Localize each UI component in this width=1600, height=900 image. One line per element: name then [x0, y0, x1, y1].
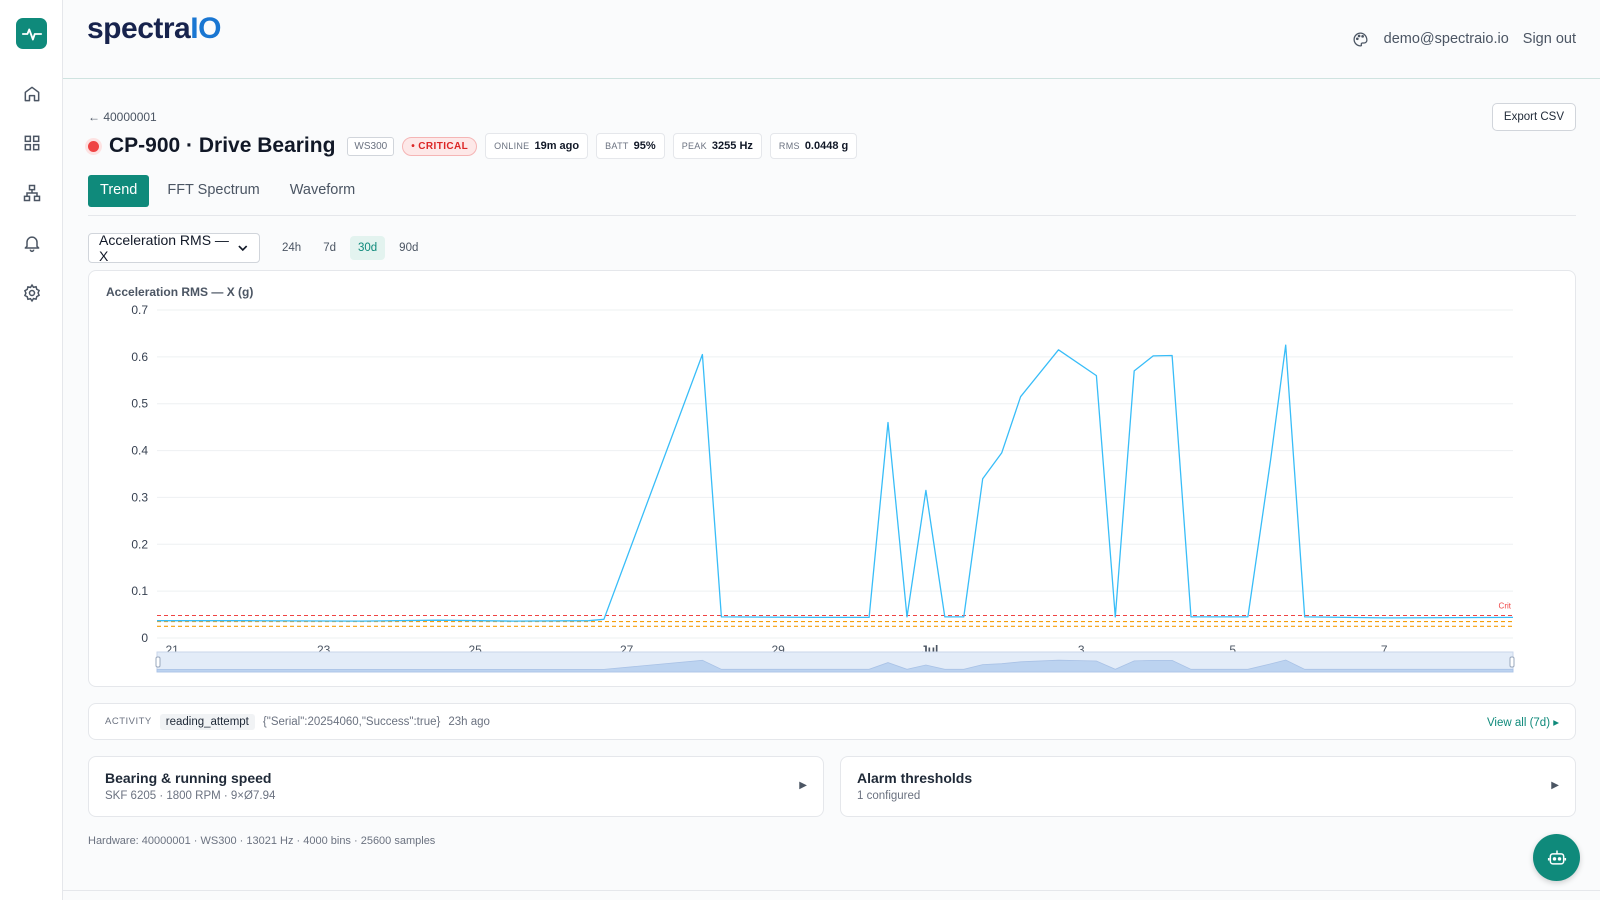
back-link[interactable]: ← 40000001: [88, 110, 157, 124]
tab-waveform[interactable]: Waveform: [278, 175, 368, 207]
sidebar: [0, 0, 63, 900]
user-email: demo@spectraio.io: [1383, 31, 1509, 47]
y-tick-label: 0.3: [131, 490, 148, 504]
card-title: Alarm thresholds: [857, 770, 973, 786]
y-tick-label: 0.6: [131, 350, 148, 364]
metric-rms: RMS 0.0448 g: [769, 133, 858, 159]
view-all-link[interactable]: View all (7d) ▸: [1487, 715, 1559, 729]
activity-type: reading_attempt: [159, 713, 255, 730]
range-24h[interactable]: 24h: [274, 236, 309, 260]
trend-chart-card: Acceleration RMS — X (g) 0 0.1 0.2 0.3 0.4 0.…: [88, 270, 1576, 687]
expand-arrow-icon: ▶: [1551, 780, 1559, 791]
y-tick-label: 0: [141, 631, 148, 645]
hierarchy-icon[interactable]: [20, 181, 44, 205]
metric-battery: BATT 95%: [596, 133, 665, 159]
status-indicator: [88, 140, 99, 152]
activity-bar: ACTIVITY reading_attempt {"Serial":20254…: [88, 703, 1576, 740]
asset-title-row: CP-900 · Drive Bearing WS300 • CRITICAL …: [88, 131, 858, 161]
metric-select-value: Acceleration RMS — X: [99, 232, 229, 264]
series-line: [157, 344, 1514, 622]
y-tick-label: 0.2: [131, 537, 148, 551]
metric-key: PEAK: [681, 141, 707, 151]
bell-icon[interactable]: [20, 231, 44, 255]
range-90d[interactable]: 90d: [391, 236, 426, 260]
brand-logo[interactable]: spectraIO: [87, 12, 221, 46]
metric-peak: PEAK 3255 Hz: [672, 133, 762, 159]
metric-key: RMS: [778, 141, 800, 151]
sign-out-link[interactable]: Sign out: [1523, 31, 1576, 47]
top-header: spectraIO demo@spectraio.io Sign out: [63, 0, 1600, 79]
metric-value: 3255 Hz: [711, 140, 753, 152]
model-tag: WS300: [347, 136, 395, 156]
dashboard-icon[interactable]: [20, 131, 44, 155]
alarm-thresholds-card[interactable]: Alarm thresholds 1 configured ▶: [840, 756, 1576, 817]
range-7d[interactable]: 7d: [315, 236, 344, 260]
y-tick-label: 0.4: [131, 444, 148, 458]
robot-icon: [1547, 850, 1566, 865]
footer-divider: [63, 890, 1600, 891]
activity-payload: {"Serial":20254060,"Success":true}: [262, 715, 441, 728]
card-subtitle: SKF 6205 · 1800 RPM · 9×Ø7.94: [105, 790, 276, 802]
brand-prefix: spectra: [87, 12, 191, 45]
tab-bar: Trend FFT Spectrum Waveform: [88, 175, 1576, 216]
card-subtitle: 1 configured: [857, 790, 921, 802]
brand-suffix: IO: [190, 12, 221, 45]
tab-fft-spectrum[interactable]: FFT Spectrum: [155, 175, 271, 207]
y-tick-label: 0.5: [131, 397, 148, 411]
navigator-handle-right[interactable]: [1509, 656, 1515, 668]
range-30d[interactable]: 30d: [349, 236, 386, 260]
assistant-button[interactable]: [1533, 834, 1580, 881]
chart-controls: Acceleration RMS — X 24h 7d 30d 90d: [88, 232, 426, 264]
gear-icon[interactable]: [20, 281, 44, 305]
threshold-label: Crit: [1499, 602, 1512, 611]
navigator-handle-left[interactable]: [155, 656, 161, 668]
activity-label: ACTIVITY: [105, 716, 152, 727]
metric-select[interactable]: Acceleration RMS — X: [88, 232, 260, 264]
status-badge: • CRITICAL: [402, 136, 478, 156]
tab-trend[interactable]: Trend: [88, 175, 150, 207]
card-title: Bearing & running speed: [105, 770, 272, 786]
chevron-down-icon: [238, 245, 248, 252]
home-icon[interactable]: [20, 82, 44, 106]
y-tick-label: 0.7: [131, 303, 148, 317]
pulse-icon: [21, 27, 42, 40]
metric-online: ONLINE 19m ago: [485, 133, 589, 159]
metric-value: 95%: [633, 140, 656, 152]
expand-arrow-icon: ▶: [799, 780, 807, 791]
hardware-info: Hardware: 40000001 · WS300 · 13021 Hz · …: [88, 835, 436, 847]
page-title: CP-900 · Drive Bearing: [109, 134, 336, 157]
trend-chart[interactable]: 00.10.20.30.40.50.60.721 23 25 27 29 Jul 3 5 7Cr…: [89, 271, 1577, 688]
app-logo[interactable]: [16, 18, 47, 49]
metric-value: 19m ago: [534, 140, 580, 152]
palette-icon[interactable]: [1352, 30, 1370, 48]
bearing-card[interactable]: Bearing & running speed SKF 6205 · 1800 …: [88, 756, 824, 817]
y-tick-label: 0.1: [131, 584, 148, 598]
metric-key: BATT: [605, 141, 629, 151]
export-csv-button[interactable]: Export CSV: [1491, 103, 1576, 131]
metric-value: 0.0448 g: [804, 140, 849, 152]
activity-time: 23h ago: [448, 715, 490, 728]
metric-key: ONLINE: [494, 141, 530, 151]
